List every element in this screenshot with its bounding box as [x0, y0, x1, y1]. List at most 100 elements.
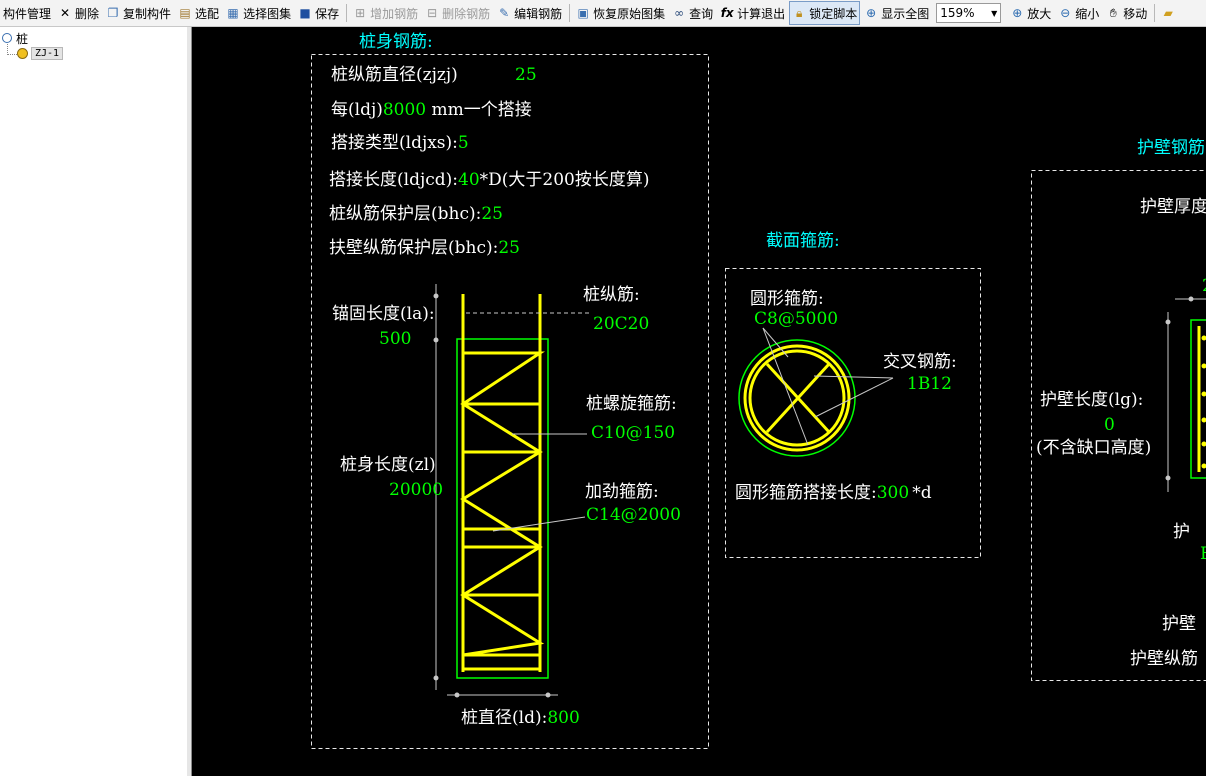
- copy-icon: ❐: [107, 6, 119, 20]
- copy-component-label: 复制构件: [123, 6, 172, 21]
- dimension-tick: [1165, 319, 1171, 325]
- pile-diameter-row: 桩直径(ld):800: [461, 708, 580, 728]
- wall-thickness-value[interactable]: 2: [1202, 276, 1206, 296]
- splice-value[interactable]: 8000: [383, 100, 426, 120]
- lock-script-button[interactable]: 🔒︎ 锁定脚本: [789, 1, 861, 25]
- zoom-out-button[interactable]: ⊖ 缩小: [1055, 2, 1102, 24]
- delete-label: 删除: [75, 6, 100, 21]
- body-length-value[interactable]: 20000: [389, 480, 443, 500]
- hand-icon: ✋︎: [1109, 6, 1117, 20]
- section-title: 截面箍筋:: [766, 231, 840, 251]
- component-manager-label: 构件管理: [3, 6, 52, 21]
- wall-cover-value[interactable]: 25: [498, 238, 520, 258]
- add-rebar-button[interactable]: ⊞ 增加钢筋: [350, 2, 421, 24]
- show-all-label: 显示全图: [881, 6, 930, 21]
- pile-body-title: 桩身钢筋:: [359, 32, 433, 52]
- wall-length-value[interactable]: 0: [1104, 415, 1115, 435]
- wall-cover-label: 扶壁纵筋保护层(bhc):: [329, 238, 498, 258]
- wall-label-c: 护壁纵筋: [1130, 649, 1198, 669]
- wall-bar-dot: [1201, 363, 1206, 369]
- zoom-out-icon: ⊖: [1060, 6, 1071, 20]
- wall-frame: [1031, 170, 1206, 681]
- restore-atlas-button[interactable]: ▣ 恢复原始图集: [573, 2, 668, 24]
- splice-length-suffix: *D(大于200按长度算): [480, 170, 650, 190]
- wall-bar-dot: [1201, 417, 1206, 423]
- add-rebar-label: 增加钢筋: [370, 6, 419, 21]
- lock-icon: 🔒︎: [795, 6, 803, 20]
- section-drawing: [738, 327, 894, 457]
- wall-bar-dot: [1201, 335, 1206, 341]
- clipboard-icon: ▤: [179, 6, 191, 20]
- delete-rebar-button[interactable]: ⊟ 删除钢筋: [422, 2, 493, 24]
- diameter-row: 桩纵筋直径(zjzj) 25: [331, 65, 537, 85]
- edit-rebar-button[interactable]: ✎ 编辑钢筋: [494, 2, 565, 24]
- calc-exit-button[interactable]: fx 计算退出: [717, 2, 788, 24]
- dimension-tick: [1165, 475, 1171, 481]
- zoom-select[interactable]: 159% ▼: [936, 3, 1002, 23]
- splice-type-label: 搭接类型(ldjxs):: [331, 133, 458, 153]
- component-manager-button[interactable]: 构件管理: [0, 2, 54, 24]
- wall-title: 护壁钢筋: [1137, 138, 1205, 158]
- circ-stirrup-value[interactable]: C8@5000: [754, 309, 838, 329]
- atlas-icon: ▦: [227, 6, 239, 20]
- splice-prefix: 每(ldj): [331, 100, 383, 120]
- show-all-button[interactable]: ⊕ 显示全图: [861, 2, 932, 24]
- select-match-button[interactable]: ▤ 选配: [175, 2, 222, 24]
- toolbar-separator: [1154, 4, 1156, 22]
- zoom-in-icon: ⊕: [1012, 6, 1023, 20]
- spiral-stirrup: [460, 351, 545, 657]
- save-label: 保存: [315, 6, 340, 21]
- spiral-label: 桩螺旋箍筋:: [586, 394, 677, 414]
- delete-rebar-icon: ⊟: [427, 6, 438, 20]
- select-atlas-label: 选择图集: [243, 6, 292, 21]
- pile-diameter-value[interactable]: 800: [547, 708, 579, 728]
- splice-suffix: mm一个搭接: [426, 100, 532, 120]
- diameter-label: 桩纵筋直径(zjzj): [331, 65, 458, 85]
- select-atlas-button[interactable]: ▦ 选择图集: [223, 2, 294, 24]
- tree-connector: [7, 44, 17, 55]
- delete-rebar-label: 删除钢筋: [442, 6, 491, 21]
- save-button[interactable]: ■ 保存: [295, 2, 342, 24]
- splice-length-value[interactable]: 40: [458, 170, 480, 190]
- tree-root-label: 桩: [16, 31, 29, 46]
- diameter-value[interactable]: 25: [515, 65, 537, 85]
- stiffener-value[interactable]: C14@2000: [586, 505, 681, 525]
- long-bar-value[interactable]: 20C20: [593, 314, 649, 334]
- tree-child-item[interactable]: ZJ-1: [17, 46, 64, 61]
- anchor-label: 锚固长度(la):: [332, 304, 435, 324]
- overflow-button[interactable]: ▰: [1158, 2, 1181, 24]
- component-tree: 桩 ZJ-1: [0, 27, 188, 776]
- wall-thickness-label: 护壁厚度: [1140, 197, 1206, 217]
- move-label: 移动: [1123, 6, 1148, 21]
- dimension-tick: [1188, 296, 1194, 302]
- delete-button[interactable]: ✕ 删除: [55, 2, 102, 24]
- leader-cross: [813, 375, 894, 379]
- edit-rebar-icon: ✎: [499, 6, 510, 20]
- add-rebar-icon: ⊞: [355, 6, 366, 20]
- query-button[interactable]: ∞ 查询: [669, 2, 716, 24]
- move-button[interactable]: ✋︎ 移动: [1103, 2, 1150, 24]
- cover-value[interactable]: 25: [481, 204, 503, 224]
- circ-overlap-label: 圆形箍筋搭接长度:: [735, 483, 877, 503]
- splice-type-value[interactable]: 5: [458, 133, 469, 153]
- tree-node-icon: [2, 33, 12, 43]
- circ-overlap-value[interactable]: 300: [877, 483, 909, 503]
- wall-value-b[interactable]: E: [1200, 544, 1206, 564]
- drawing-canvas[interactable]: 桩身钢筋: 桩纵筋直径(zjzj) 25 每(ldj)8000 mm一个搭接 搭接…: [192, 27, 1206, 776]
- toolbar-separator: [569, 4, 571, 22]
- select-match-label: 选配: [195, 6, 220, 21]
- delete-icon: ✕: [59, 6, 71, 20]
- restore-icon: ▣: [577, 6, 589, 20]
- pile-diameter-label: 桩直径(ld):: [461, 708, 547, 728]
- cover-label: 桩纵筋保护层(bhc):: [329, 204, 481, 224]
- circ-overlap-suffix: *d: [912, 483, 932, 503]
- dimension-tick: [433, 293, 439, 299]
- pile-outline: [456, 338, 549, 679]
- spiral-value[interactable]: C10@150: [591, 423, 675, 443]
- zoom-in-button[interactable]: ⊕ 放大: [1007, 2, 1054, 24]
- stiffener-label: 加劲箍筋:: [585, 482, 659, 502]
- copy-component-button[interactable]: ❐ 复制构件: [103, 2, 174, 24]
- cross-bar-value[interactable]: 1B12: [907, 374, 952, 394]
- anchor-value[interactable]: 500: [379, 329, 411, 349]
- wall-length-note: (不含缺口高度): [1036, 438, 1151, 458]
